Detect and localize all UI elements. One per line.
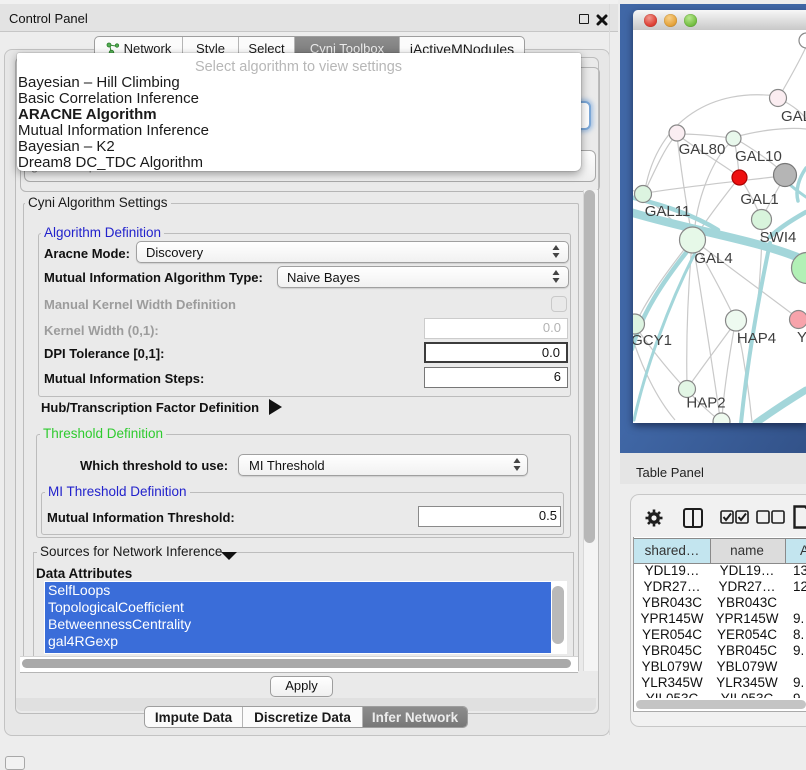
svg-text:HAP4: HAP4	[737, 330, 776, 347]
svg-text:GAL4: GAL4	[694, 250, 732, 267]
svg-text:HAP2: HAP2	[686, 395, 725, 412]
svg-text:GAL80: GAL80	[679, 141, 726, 158]
svg-text:GAL7: GAL7	[781, 108, 806, 125]
svg-text:GAL10: GAL10	[735, 148, 782, 165]
svg-text:GAL11: GAL11	[645, 203, 691, 220]
svg-text:SWI4: SWI4	[760, 229, 797, 246]
svg-text:YM: YM	[797, 329, 806, 346]
svg-text:GCY1: GCY1	[633, 332, 672, 349]
svg-text:GAL1: GAL1	[740, 191, 778, 208]
